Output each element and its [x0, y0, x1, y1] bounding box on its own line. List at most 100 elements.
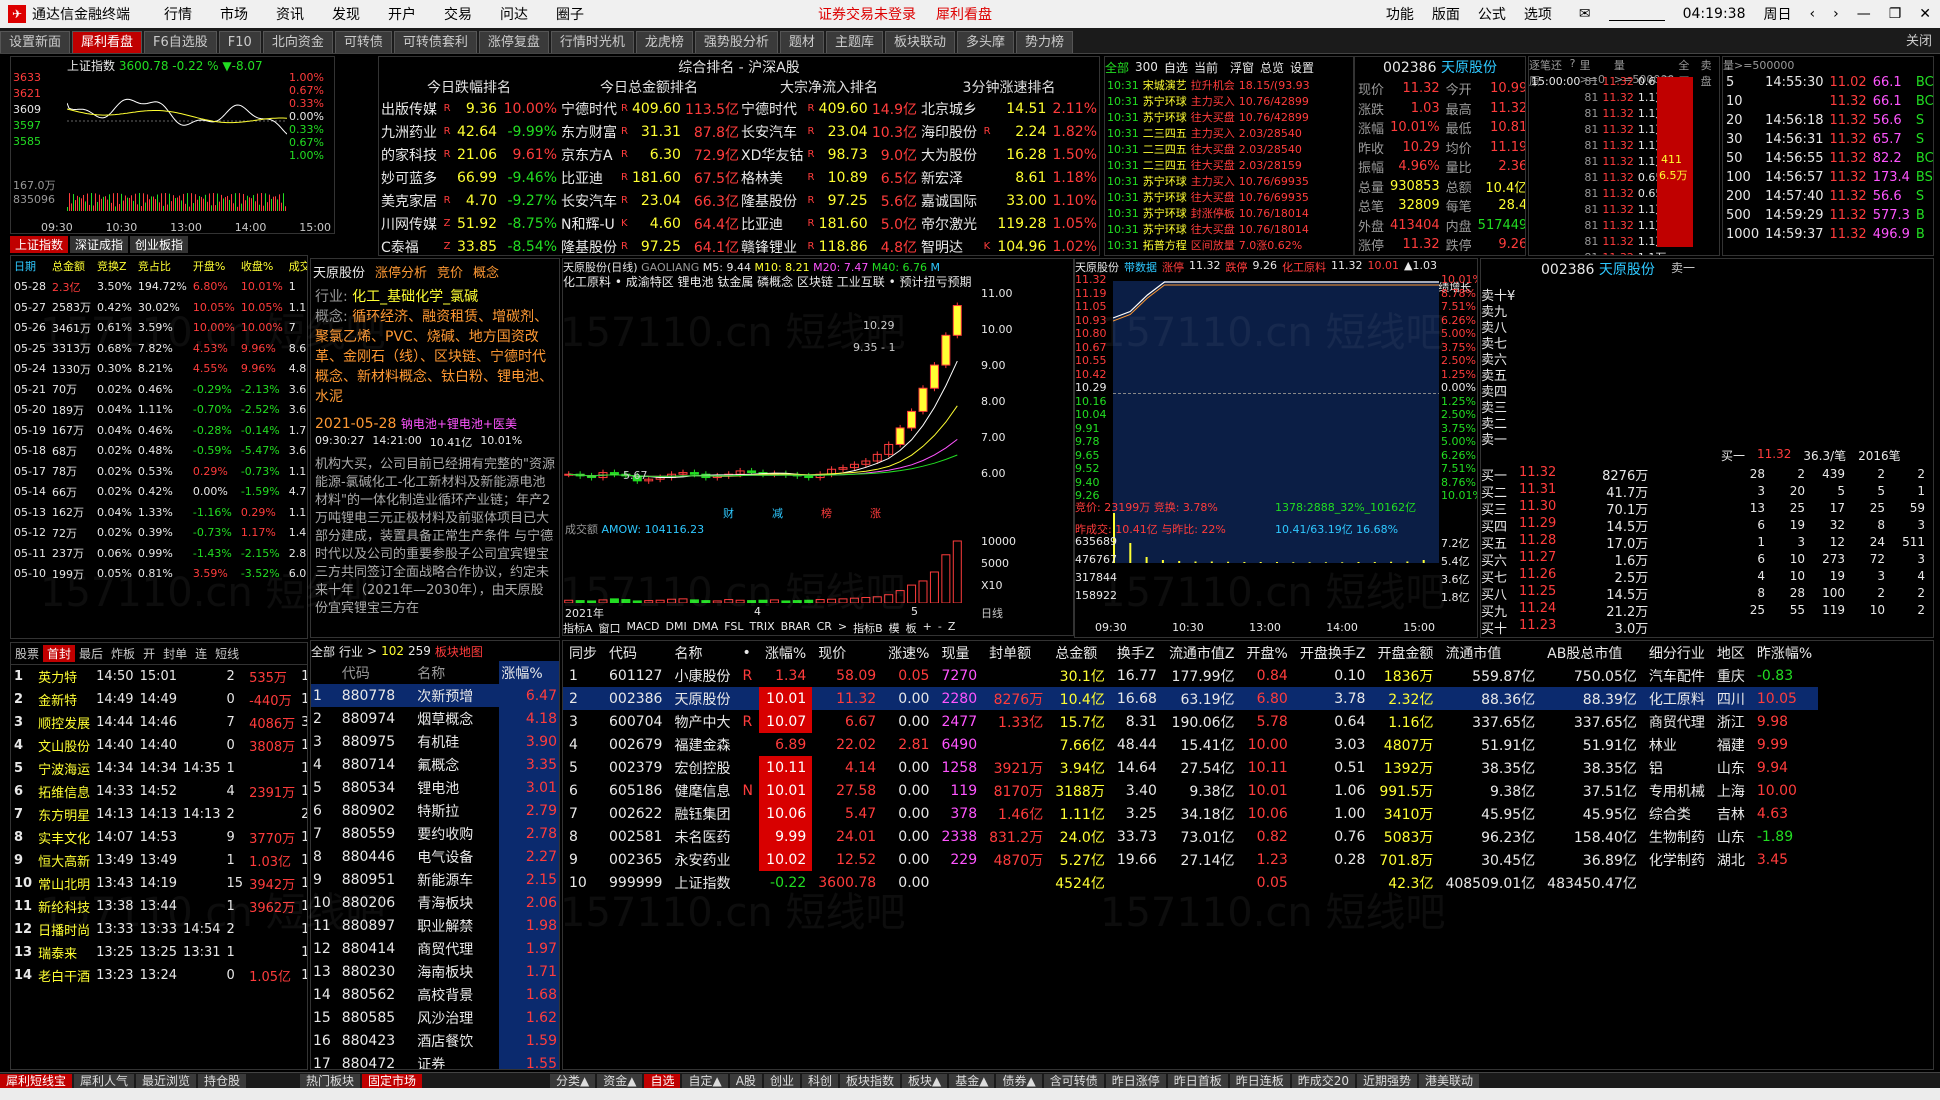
profile-tab-2[interactable]: 竞价 [437, 262, 463, 281]
forward-icon[interactable]: › [1833, 6, 1839, 22]
bottom-right-tab-8[interactable]: 板块▲ [901, 1073, 948, 1088]
sector-row[interactable]: 4 880714 氟概念 3.35 [311, 753, 559, 776]
flow-tab-3[interactable]: 当前 [1194, 59, 1218, 76]
alert-row[interactable]: 10:31 拓普方程 区间放量 7.0涨0.62% [1105, 237, 1312, 253]
bottom-right-tab-7[interactable]: 板块指数 [839, 1073, 900, 1088]
flow-tab-2[interactable]: 自选 [1164, 59, 1188, 76]
limit-up-row[interactable]: 11新纶科技13:3813:4413962万1光伏 [11, 895, 307, 918]
tab-14[interactable]: 多头摩 [956, 31, 1014, 53]
profile-tab-1[interactable]: 涨停分析 [375, 262, 427, 281]
stock-row[interactable]: 3 600704 物产中大 R 10.07 6.67 0.00 2477 1.33亿 15.7亿 8… [563, 710, 1818, 733]
sector-tab-1[interactable]: 行业 [339, 643, 363, 660]
daily-row[interactable]: 05-27 2583万 0.42% 30.02% 10.05% 10.05% 1.1 [11, 297, 307, 318]
stock-row[interactable]: 6 605186 健麾信息 N 10.01 27.58 0.00 119 8170万 3188万 3… [563, 779, 1818, 802]
daily-row[interactable]: 05-19 167万 0.04% 0.46% -0.28% -0.14% 1.7 [11, 420, 307, 441]
sector-tab-5[interactable]: 板块地图 [435, 643, 483, 660]
ranking-row[interactable]: 川网传媒 Z 51.92 -8.75% [379, 212, 559, 235]
ranking-row[interactable]: 京东方A R 6.30 72.9亿 [559, 143, 741, 166]
tick-head-0[interactable]: 逐笔还原 [1529, 57, 1566, 88]
sector-header[interactable]: 名称 [415, 661, 494, 684]
sector-tab-4[interactable]: 259 [408, 644, 431, 658]
indicator-tab-13[interactable]: + [923, 620, 932, 635]
indicator-tab-0[interactable]: 指标A [563, 620, 593, 635]
ranking-row[interactable]: 比亚迪 R 181.60 5.0亿 [739, 212, 919, 235]
indicator-tab-15[interactable]: Z [948, 620, 956, 635]
ranking-row[interactable]: XD华友钴 R 98.73 9.0亿 [739, 143, 919, 166]
bottom-right-tab-11[interactable]: 含可转债 [1043, 1073, 1104, 1088]
ranking-row[interactable]: 嘉诚国际 33.00 1.10% [919, 189, 1099, 212]
ranking-row[interactable]: 大为股份 16.28 1.50% [919, 143, 1099, 166]
limit-up-row[interactable]: 7东方明星14:1314:1314:1322公用 [11, 803, 307, 826]
ranking-row[interactable]: 隆基股份 R 97.25 64.1亿 [559, 235, 741, 256]
buy-level[interactable]: 买四 11.29 14.5万 [1481, 516, 1648, 535]
tab-5[interactable]: 可转债 [334, 31, 392, 53]
ranking-row[interactable]: 格林美 R 10.89 6.5亿 [739, 166, 919, 189]
tab-15[interactable]: 势力榜 [1015, 31, 1073, 53]
sector-row[interactable]: 5 880534 锂电池 3.01 [311, 776, 559, 799]
daily-row[interactable]: 05-21 70万 0.02% 0.46% -0.29% -2.13% 3.6 [11, 379, 307, 400]
alert-row[interactable]: 10:31 苏宁环球 往大买盘 10.76/18014 [1105, 221, 1312, 237]
flow-tab2-1[interactable]: 总览 [1260, 59, 1284, 76]
trade-login-notice[interactable]: 证券交易未登录 [818, 4, 916, 24]
daily-row[interactable]: 05-25 3313万 0.68% 7.82% 4.53% 9.96% 8.6 [11, 338, 307, 359]
bottom-left-tab-0[interactable]: 犀利短线宝 [0, 1073, 73, 1088]
close-icon[interactable]: ✕ [1919, 6, 1931, 22]
daily-row[interactable]: 05-28 2.3亿 3.50% 194.72% 6.80% 10.01% 1 [11, 277, 307, 298]
indicator-tab-14[interactable]: - [938, 620, 942, 635]
daily-row[interactable]: 05-18 68万 0.02% 0.48% -0.59% -5.47% 3.6 [11, 441, 307, 462]
stock-header[interactable]: 换手Z [1111, 641, 1163, 664]
tab-10[interactable]: 强势股分析 [694, 31, 778, 53]
stock-header[interactable]: 地区 [1711, 641, 1751, 664]
ranking-row[interactable]: 赣锋锂业 R 118.86 4.8亿 [739, 235, 919, 256]
sector-tab-2[interactable]: > [367, 644, 377, 658]
daily-row[interactable]: 05-13 162万 0.04% 1.33% -1.16% 0.29% 1.1 [11, 502, 307, 523]
sector-row[interactable]: 3 880975 有机硅 3.90 [311, 730, 559, 753]
limit-up-row[interactable]: 5宁波海运14:3414:3414:3511航运 [11, 757, 307, 780]
daily-row[interactable]: 05-26 3461万 0.61% 3.59% 10.00% 10.00% 7 [11, 318, 307, 339]
ranking-row[interactable]: 出版传媒 R 9.36 10.00% [379, 97, 559, 120]
alert-row[interactable]: 10:31 二三四五 往大买盘 2.03/28540 [1105, 141, 1312, 157]
tick-head-3[interactable]: 量>=500000 [1614, 57, 1674, 86]
limit-up-row[interactable]: 6拓维信息14:3314:5242391万1软件 [11, 780, 307, 803]
tab-2[interactable]: F6自选股 [144, 31, 217, 53]
menu-item-0[interactable]: 行情 [164, 4, 192, 24]
sector-row[interactable]: 14 880562 高校背景 1.68 [311, 983, 559, 1006]
buy-level[interactable]: 买六 11.27 1.6万 [1481, 550, 1648, 569]
alert-row[interactable]: 10:31 苏宁环球 往大买盘 10.76/69935 [1105, 189, 1312, 205]
indicator-tab-10[interactable]: 指标B [853, 620, 883, 635]
tab-8[interactable]: 行情时光机 [550, 31, 634, 53]
menu-item-7[interactable]: 圈子 [556, 4, 584, 24]
tick-head-2[interactable]: 里>=0 [1580, 57, 1610, 86]
ranking-row[interactable]: 妙可蓝多 66.99 -9.46% [379, 166, 559, 189]
alert-row[interactable]: 10:31 二三四五 往大买盘 2.03/28159 [1105, 157, 1312, 173]
stock-header[interactable]: 名称 [668, 641, 736, 664]
stock-header[interactable]: 现价 [812, 641, 882, 664]
stock-header[interactable]: 封单额 [983, 641, 1049, 664]
sector-row[interactable]: 11 880897 职业解禁 1.98 [311, 914, 559, 937]
ranking-row[interactable]: 东方财富 R 31.31 87.8亿 [559, 120, 741, 143]
buy-level[interactable]: 买九 11.24 21.2万 [1481, 601, 1648, 620]
sector-row[interactable]: 9 880951 新能源车 2.15 [311, 868, 559, 891]
daily-row[interactable]: 05-10 199万 0.05% 0.81% 3.59% -3.52% 6.0 [11, 564, 307, 585]
bottom-left-tab-3[interactable]: 持仓股 [198, 1073, 247, 1088]
limit-up-row[interactable]: 14老白干酒13:2313:2401.05亿1白酒 [11, 964, 307, 987]
tick-head-4[interactable]: 全买 [1678, 57, 1696, 88]
bottom-mid-tab-1[interactable]: 固定市场 [362, 1073, 423, 1088]
indicator-tab-4[interactable]: DMA [693, 620, 719, 635]
ranking-row[interactable]: 智明达 K 104.96 1.02% [919, 235, 1099, 256]
menu-item-3[interactable]: 发现 [332, 4, 360, 24]
menu-item-6[interactable]: 问达 [500, 4, 528, 24]
stock-header[interactable]: 开盘换手Z [1294, 641, 1372, 664]
left-tab-3[interactable]: 炸板 [107, 645, 139, 662]
bottom-left-tab-2[interactable]: 最近浏览 [136, 1073, 197, 1088]
tab-6[interactable]: 可转债套利 [393, 31, 477, 53]
sector-row[interactable]: 2 880974 烟草概念 4.18 [311, 707, 559, 730]
flow-tab2-0[interactable]: 浮窗 [1230, 59, 1254, 76]
daily-row[interactable]: 05-24 1330万 0.30% 8.21% 4.55% 9.96% 4.8 [11, 359, 307, 380]
indicator-tab-5[interactable]: FSL [724, 620, 743, 635]
stock-row[interactable]: 7 002622 融钰集团 10.06 5.47 0.00 378 1.46亿 1.11亿 3.2… [563, 802, 1818, 825]
stock-row[interactable]: 9 002365 永安药业 10.02 12.52 0.00 229 4870万 5.27亿 19… [563, 848, 1818, 871]
sector-row[interactable]: 8 880446 电气设备 2.27 [311, 845, 559, 868]
sell-level[interactable]: 卖二 [1481, 413, 1515, 432]
back-icon[interactable]: ‹ [1809, 6, 1815, 22]
